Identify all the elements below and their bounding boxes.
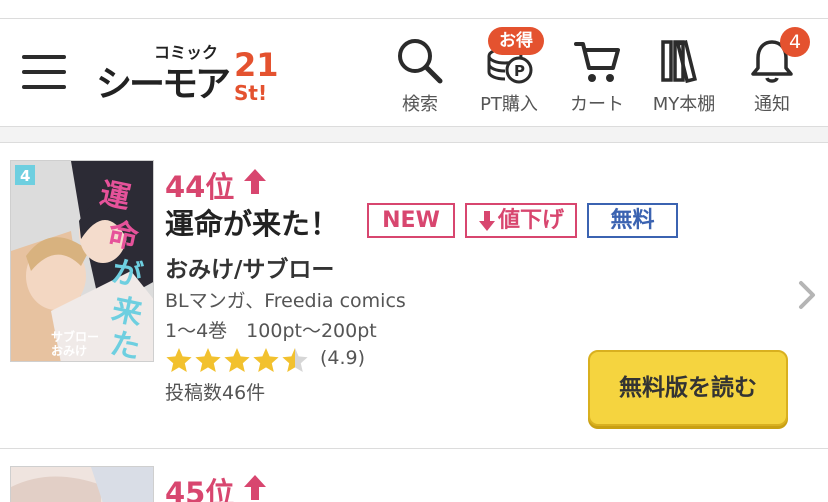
read-free-version-button[interactable]: 無料版を読む [588, 350, 788, 426]
book-cover[interactable] [10, 466, 154, 502]
logo-small-text: コミック [154, 43, 218, 62]
item-divider [0, 448, 828, 449]
svg-text:た: た [107, 326, 144, 362]
site-logo[interactable]: コミック シーモア 21 St! [96, 40, 282, 106]
book-cover[interactable]: 運 命 が 来 た 4 サブロー おみけ [10, 160, 154, 362]
logo-main-text: シーモア [96, 64, 230, 105]
cover-volume-number: 4 [20, 167, 30, 185]
half-star-icon [282, 348, 308, 372]
rank-suffix: 位 [205, 170, 235, 204]
rating-value: (4.9) [320, 347, 366, 369]
star-icon [253, 348, 279, 372]
tag-price-down-label: 値下げ [497, 208, 564, 233]
search-icon [398, 39, 443, 84]
book-author[interactable]: おみけ/サブロー [165, 250, 334, 284]
cover-art [11, 467, 153, 502]
book-volumes-price: 1〜4巻 100pt〜200pt [165, 320, 377, 342]
section-gap [0, 127, 828, 143]
tag-new: NEW [367, 203, 455, 238]
review-count[interactable]: 投稿数46件 [165, 378, 265, 405]
deal-badge: お得 [488, 27, 544, 55]
rank-suffix: 位 [205, 476, 235, 502]
chevron-right-icon[interactable] [796, 280, 818, 310]
menu-bar [22, 55, 66, 59]
svg-text:おみけ: おみけ [51, 344, 87, 358]
book-title[interactable]: 運命が来た！ [165, 201, 339, 243]
rank-up-arrow-icon [244, 475, 266, 500]
svg-text:P: P [514, 62, 525, 80]
nav-pt-label: PT購入 [480, 94, 538, 115]
bookshelf-icon [661, 40, 698, 84]
nav-shelf-label: MY本棚 [652, 94, 716, 115]
rank-label: 45位 [165, 470, 234, 502]
menu-bar [22, 85, 66, 89]
cart-icon [574, 42, 620, 82]
nav-search-label: 検索 [402, 94, 438, 115]
nav-notify-label: 通知 [754, 94, 790, 115]
book-genre: BLマンガ、Freedia comics [165, 290, 406, 312]
rank-number: 45 [165, 476, 206, 502]
rank-label: 44位 [165, 164, 234, 206]
down-arrow-icon [478, 211, 495, 231]
nav-cart-label: カート [570, 94, 624, 115]
star-icon [166, 348, 192, 372]
star-icon [224, 348, 250, 372]
notification-count-badge: 4 [780, 27, 810, 57]
tag-free: 無料 [587, 203, 678, 238]
rank-up-arrow-icon [244, 169, 266, 194]
menu-button[interactable] [20, 52, 68, 92]
svg-text:サブロー: サブロー [51, 329, 99, 344]
cover-art: 運 命 が 来 た 4 サブロー おみけ [11, 161, 153, 362]
star-icon [195, 348, 221, 372]
nav-my-bookshelf[interactable]: MY本棚 [642, 36, 726, 116]
menu-bar [22, 70, 66, 74]
star-rating [166, 348, 308, 372]
rank-number: 44 [165, 170, 206, 204]
tag-price-down: 値下げ [465, 203, 577, 238]
logo-number-text: 21 [234, 46, 279, 84]
nav-cart[interactable]: カート [562, 36, 632, 116]
nav-search[interactable]: 検索 [392, 36, 448, 116]
logo-st-text: St! [234, 81, 267, 105]
